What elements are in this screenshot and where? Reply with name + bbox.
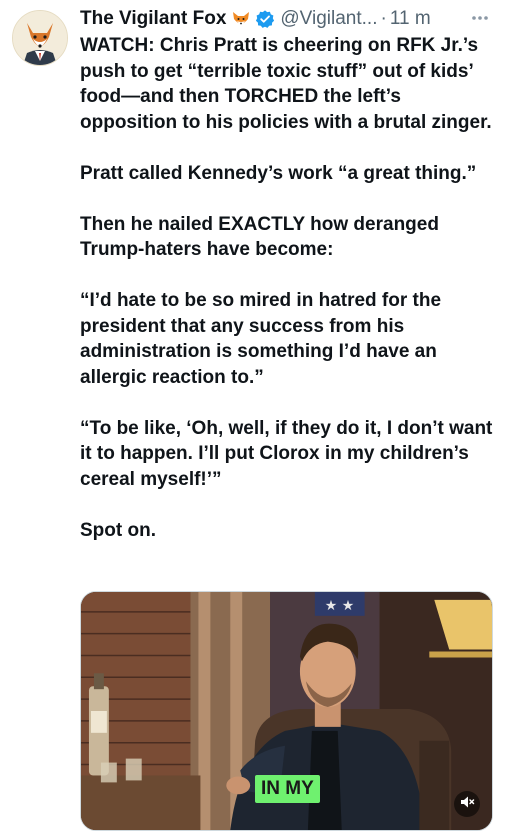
tweet-paragraph: Then he nailed EXACTLY how deranged Trum… [80,213,439,261]
separator-dot: · [380,8,387,29]
tweet-paragraph: WATCH: Chris Pratt is cheering on RFK Jr… [80,35,492,133]
tweet-paragraph: Pratt called Kennedy’s work “a great thi… [80,162,477,184]
author-avatar[interactable] [12,10,68,66]
verified-badge-icon [255,9,275,29]
fox-avatar-icon [13,11,67,65]
more-options-icon[interactable] [469,8,491,28]
svg-text:★ ★: ★ ★ [325,598,354,614]
video-caption: IN MY [255,775,320,803]
tweet-body: WATCH: Chris Pratt is cheering on RFK Jr… [80,33,500,543]
tweet-timestamp[interactable]: 11 m [390,6,431,32]
video-player[interactable]: ★ ★ IN MY [80,591,493,831]
mute-button[interactable] [454,791,480,817]
tweet-paragraph: “To be like, ‘Oh, well, if they do it, I… [80,417,493,490]
speaker-muted-icon [459,794,475,815]
author-handle[interactable]: @Vigilant... [280,6,377,32]
fox-face-icon [231,9,251,29]
author-display-name[interactable]: The Vigilant Fox [80,6,226,32]
tweet-paragraph: Spot on. [80,519,156,541]
tweet-header: The Vigilant Fox @Vigilant... · 11 m [80,6,495,32]
tweet-paragraph: “I’d hate to be so mired in hatred for t… [80,290,442,388]
